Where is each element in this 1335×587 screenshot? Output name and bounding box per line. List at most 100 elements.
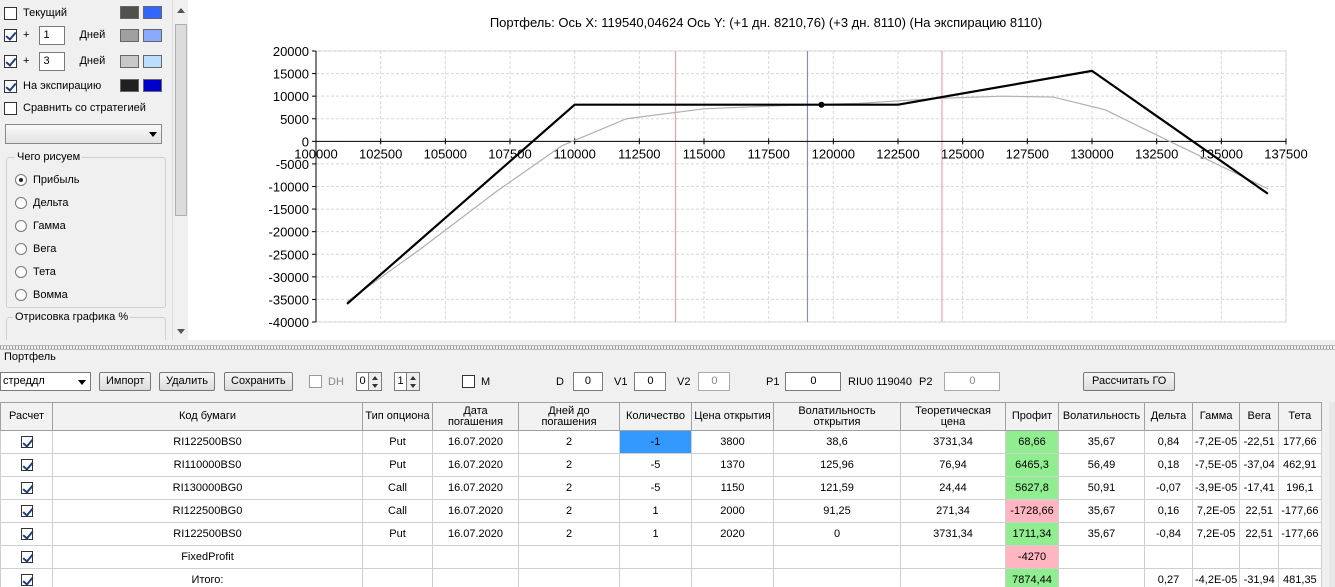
spin-2[interactable]: 1 bbox=[394, 372, 420, 391]
col-header-date[interactable]: Дата погашения bbox=[432, 402, 519, 431]
row-calc-checkbox[interactable] bbox=[20, 528, 33, 540]
draw-option-vomma[interactable]: Вомма bbox=[15, 287, 68, 303]
spin-1[interactable]: 0 bbox=[356, 372, 382, 391]
dh-checkbox[interactable] bbox=[309, 375, 322, 388]
cell-profit[interactable]: -4270 bbox=[1005, 545, 1059, 569]
col-header-open-vol[interactable]: Волатильность открытия bbox=[773, 402, 901, 431]
strategy-combo[interactable]: стреддл bbox=[0, 372, 91, 391]
col-header-theo-price[interactable]: Теоретическая цена bbox=[900, 402, 1006, 431]
row-calc-checkbox[interactable] bbox=[20, 574, 33, 586]
table-row[interactable]: Итого: 7874,44 0,27 -4,2E-05 -31,94 481,35 bbox=[0, 568, 1322, 587]
radio-button[interactable] bbox=[15, 174, 27, 186]
v2-input[interactable]: 0 bbox=[698, 372, 731, 391]
spin-2-arrows-icon[interactable] bbox=[407, 372, 420, 391]
day1-color-swatch-1[interactable] bbox=[120, 29, 139, 42]
cell-qty[interactable] bbox=[619, 568, 692, 587]
cell-vega[interactable]: -17,41 bbox=[1239, 476, 1280, 500]
compare-strategy-checkbox[interactable] bbox=[4, 101, 17, 115]
delete-button[interactable]: Удалить bbox=[159, 372, 215, 391]
draw-option-gamma[interactable]: Гамма bbox=[15, 218, 66, 234]
panel-splitter[interactable] bbox=[0, 345, 1335, 350]
cell-qty[interactable]: -5 bbox=[619, 453, 692, 477]
cell-delta[interactable]: -0,07 bbox=[1144, 476, 1193, 500]
radio-button[interactable] bbox=[15, 197, 27, 209]
calculate-margin-button[interactable]: Рассчитать ГО bbox=[1083, 372, 1176, 391]
cell-vol[interactable]: 35,67 bbox=[1058, 522, 1145, 546]
cell-open-vol[interactable] bbox=[773, 568, 901, 587]
table-row[interactable]: RI122500BS0 Put 16.07.2020 2 1 2020 0 3731,34 17… bbox=[0, 522, 1322, 546]
left-panel-scrollbar[interactable] bbox=[172, 0, 188, 340]
col-header-calc[interactable]: Расчет bbox=[0, 402, 53, 431]
table-row[interactable]: RI122500BG0 Call 16.07.2020 2 1 2000 91,25 271,… bbox=[0, 499, 1322, 523]
cell-theo-price[interactable] bbox=[900, 545, 1006, 569]
cell-vol[interactable] bbox=[1058, 545, 1145, 569]
cell-vol[interactable] bbox=[1058, 568, 1145, 587]
plus-day-3-checkbox[interactable] bbox=[4, 54, 17, 68]
strategy-combo-field[interactable]: стреддл bbox=[0, 372, 91, 391]
m-toggle[interactable]: M bbox=[462, 372, 490, 391]
p2-input[interactable]: 0 bbox=[944, 372, 1001, 391]
payoff-chart-svg[interactable]: Портфель: Ось X: 119540,04624 Ось Y: (+1… bbox=[188, 0, 1335, 340]
current-color-swatch-2[interactable] bbox=[143, 6, 162, 19]
cell-open-vol[interactable]: 38,6 bbox=[773, 430, 901, 454]
cell-theo-price[interactable] bbox=[900, 568, 1006, 587]
cell-date[interactable]: 16.07.2020 bbox=[432, 499, 519, 523]
cell-code[interactable]: RI130000BG0 bbox=[52, 476, 363, 500]
expiration-checkbox[interactable] bbox=[4, 79, 17, 93]
day3-color-swatch-2[interactable] bbox=[143, 55, 162, 68]
row-calc-checkbox[interactable] bbox=[20, 459, 33, 471]
cell-days[interactable]: 2 bbox=[518, 522, 620, 546]
cell-date[interactable]: 16.07.2020 bbox=[432, 430, 519, 454]
cell-vol[interactable]: 35,67 bbox=[1058, 499, 1145, 523]
import-button[interactable]: Импорт bbox=[99, 372, 152, 391]
cell-qty[interactable]: -5 bbox=[619, 476, 692, 500]
cell-theo-price[interactable]: 76,94 bbox=[900, 453, 1006, 477]
m-checkbox[interactable] bbox=[462, 375, 475, 388]
cell-open-price[interactable] bbox=[691, 545, 774, 569]
compare-strategy-select[interactable] bbox=[5, 124, 162, 144]
cell-qty[interactable]: -1 bbox=[619, 430, 692, 454]
cell-gamma[interactable]: 7,2E-05 bbox=[1191, 499, 1241, 523]
cell-date[interactable] bbox=[432, 568, 519, 587]
cell-gamma[interactable]: 7,2E-05 bbox=[1191, 522, 1241, 546]
cell-vega[interactable]: -31,94 bbox=[1239, 568, 1280, 587]
cell-calc[interactable] bbox=[0, 545, 53, 569]
col-header-code[interactable]: Код бумаги bbox=[52, 402, 363, 431]
cell-type[interactable] bbox=[362, 568, 433, 587]
cell-delta[interactable]: 0,16 bbox=[1144, 499, 1193, 523]
cell-vega[interactable] bbox=[1239, 545, 1280, 569]
cell-vol[interactable]: 56,49 bbox=[1058, 453, 1145, 477]
cell-days[interactable]: 2 bbox=[518, 453, 620, 477]
cell-type[interactable]: Call bbox=[362, 499, 433, 523]
cell-days[interactable]: 2 bbox=[518, 476, 620, 500]
col-header-gamma[interactable]: Гамма bbox=[1191, 402, 1241, 431]
cell-delta[interactable] bbox=[1144, 545, 1193, 569]
cell-days[interactable] bbox=[518, 568, 620, 587]
cell-theta[interactable]: 481,35 bbox=[1278, 568, 1322, 587]
cell-profit[interactable]: 7874,44 bbox=[1005, 568, 1059, 587]
cell-vega[interactable]: 22,51 bbox=[1239, 499, 1280, 523]
col-header-delta[interactable]: Дельта bbox=[1144, 402, 1193, 431]
cell-theta[interactable]: 177,66 bbox=[1278, 430, 1322, 454]
spin-1-value[interactable]: 0 bbox=[356, 372, 369, 391]
cell-calc[interactable] bbox=[0, 522, 53, 546]
cell-open-vol[interactable] bbox=[773, 545, 901, 569]
row-calc-checkbox[interactable] bbox=[20, 551, 33, 563]
cell-calc[interactable] bbox=[0, 453, 53, 477]
cell-date[interactable]: 16.07.2020 bbox=[432, 522, 519, 546]
scroll-up-arrow-icon[interactable] bbox=[177, 8, 185, 13]
col-header-qty[interactable]: Количество bbox=[619, 402, 692, 431]
expiration-color-swatch-2[interactable] bbox=[143, 79, 162, 92]
cell-gamma[interactable]: -7,5E-05 bbox=[1191, 453, 1241, 477]
cell-code[interactable]: RI122500BS0 bbox=[52, 522, 363, 546]
cell-open-vol[interactable]: 121,59 bbox=[773, 476, 901, 500]
cell-profit[interactable]: 68,66 bbox=[1005, 430, 1059, 454]
cell-profit[interactable]: -1728,66 bbox=[1005, 499, 1059, 523]
cell-type[interactable] bbox=[362, 545, 433, 569]
draw-option-theta[interactable]: Тета bbox=[15, 264, 56, 280]
cell-calc[interactable] bbox=[0, 568, 53, 587]
cell-theta[interactable]: 196,1 bbox=[1278, 476, 1322, 500]
cell-calc[interactable] bbox=[0, 430, 53, 454]
cell-gamma[interactable] bbox=[1191, 545, 1241, 569]
cell-code[interactable]: RI122500BS0 bbox=[52, 430, 363, 454]
